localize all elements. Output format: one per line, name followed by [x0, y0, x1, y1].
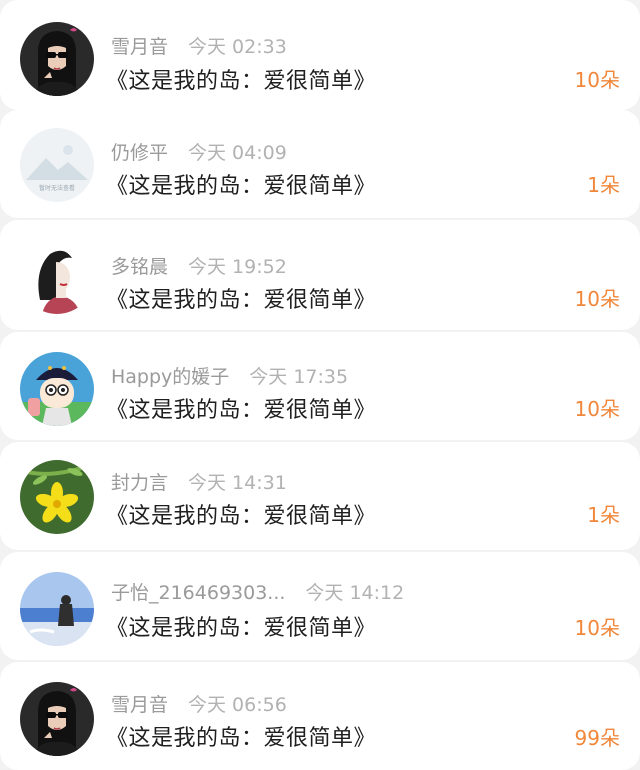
list-item[interactable]: 雪月音 今天 06:56 《这是我的岛：爱很简单》 99朵 — [0, 662, 640, 770]
timestamp: 今天 06:56 — [188, 694, 287, 716]
flower-count: 99朵 — [574, 726, 620, 750]
seaside-person-icon — [20, 572, 94, 646]
item-meta: 仍修平 今天 04:09 — [111, 138, 287, 165]
avatar[interactable] — [20, 352, 94, 426]
list-item[interactable]: 雪月音 今天 02:33 《这是我的岛：爱很简单》 10朵 — [0, 0, 640, 110]
list-item[interactable]: 多铭晨 今天 19:52 《这是我的岛：爱很简单》 10朵 — [0, 220, 640, 330]
item-meta: 子怡_216469303... 今天 14:12 — [111, 578, 404, 605]
avatar[interactable] — [20, 22, 94, 96]
flower-count: 10朵 — [574, 68, 620, 92]
work-title[interactable]: 《这是我的岛：爱很简单》 — [106, 720, 376, 752]
item-meta: 封力言 今天 14:31 — [111, 468, 287, 495]
avatar[interactable] — [20, 682, 94, 756]
avatar[interactable] — [20, 460, 94, 534]
user-name[interactable]: Happy的媛子 — [111, 366, 229, 388]
timestamp: 今天 04:09 — [188, 142, 287, 164]
item-meta: 雪月音 今天 02:33 — [111, 32, 287, 59]
work-title[interactable]: 《这是我的岛：爱很简单》 — [106, 498, 376, 530]
girl-sunglasses-avatar-icon — [20, 682, 94, 756]
list-item[interactable]: 暂时无法查看 仍修平 今天 04:09 《这是我的岛：爱很简单》 1朵 — [0, 110, 640, 218]
timestamp: 今天 19:52 — [188, 256, 287, 278]
avatar[interactable] — [20, 572, 94, 646]
flower-count: 10朵 — [574, 616, 620, 640]
flower-count: 10朵 — [574, 397, 620, 421]
user-name[interactable]: 封力言 — [111, 472, 168, 494]
user-name[interactable]: 子怡_216469303... — [111, 582, 285, 604]
avatar[interactable] — [20, 240, 94, 314]
user-name[interactable]: 雪月音 — [111, 36, 168, 58]
work-title[interactable]: 《这是我的岛：爱很简单》 — [106, 610, 376, 642]
work-title[interactable]: 《这是我的岛：爱很简单》 — [106, 392, 376, 424]
avatar-caption: 暂时无法查看 — [39, 184, 75, 192]
avatar[interactable]: 暂时无法查看 — [20, 128, 94, 202]
work-title[interactable]: 《这是我的岛：爱很简单》 — [106, 63, 376, 95]
work-title[interactable]: 《这是我的岛：爱很简单》 — [106, 282, 376, 314]
cartoon-character-icon — [20, 352, 94, 426]
work-title[interactable]: 《这是我的岛：爱很简单》 — [106, 168, 376, 200]
gift-record-list: 雪月音 今天 02:33 《这是我的岛：爱很简单》 10朵 暂时无法查看 仍修平今… — [0, 0, 640, 770]
user-name[interactable]: 多铭晨 — [111, 256, 168, 278]
yellow-flower-icon — [20, 460, 94, 534]
timestamp: 今天 02:33 — [188, 36, 287, 58]
list-item[interactable]: 封力言 今天 14:31 《这是我的岛：爱很简单》 1朵 — [0, 442, 640, 550]
timestamp: 今天 14:12 — [305, 582, 405, 604]
list-item[interactable]: 子怡_216469303... 今天 14:12 《这是我的岛：爱很简单》 10朵 — [0, 552, 640, 660]
list-item[interactable]: Happy的媛子 今天 17:35 《这是我的岛：爱很简单》 10朵 — [0, 332, 640, 440]
timestamp: 今天 17:35 — [249, 366, 349, 388]
item-meta: 多铭晨 今天 19:52 — [111, 252, 287, 279]
user-name[interactable]: 雪月音 — [111, 694, 168, 716]
flower-count: 10朵 — [574, 287, 620, 311]
item-meta: 雪月音 今天 06:56 — [111, 690, 287, 717]
placeholder-mountain-icon: 暂时无法查看 — [20, 128, 94, 202]
illustrated-woman-icon — [20, 240, 94, 314]
item-meta: Happy的媛子 今天 17:35 — [111, 362, 348, 389]
flower-count: 1朵 — [587, 503, 620, 527]
user-name[interactable]: 仍修平 — [111, 142, 168, 164]
flower-count: 1朵 — [587, 173, 620, 197]
girl-sunglasses-avatar-icon — [20, 22, 94, 96]
timestamp: 今天 14:31 — [188, 472, 287, 494]
